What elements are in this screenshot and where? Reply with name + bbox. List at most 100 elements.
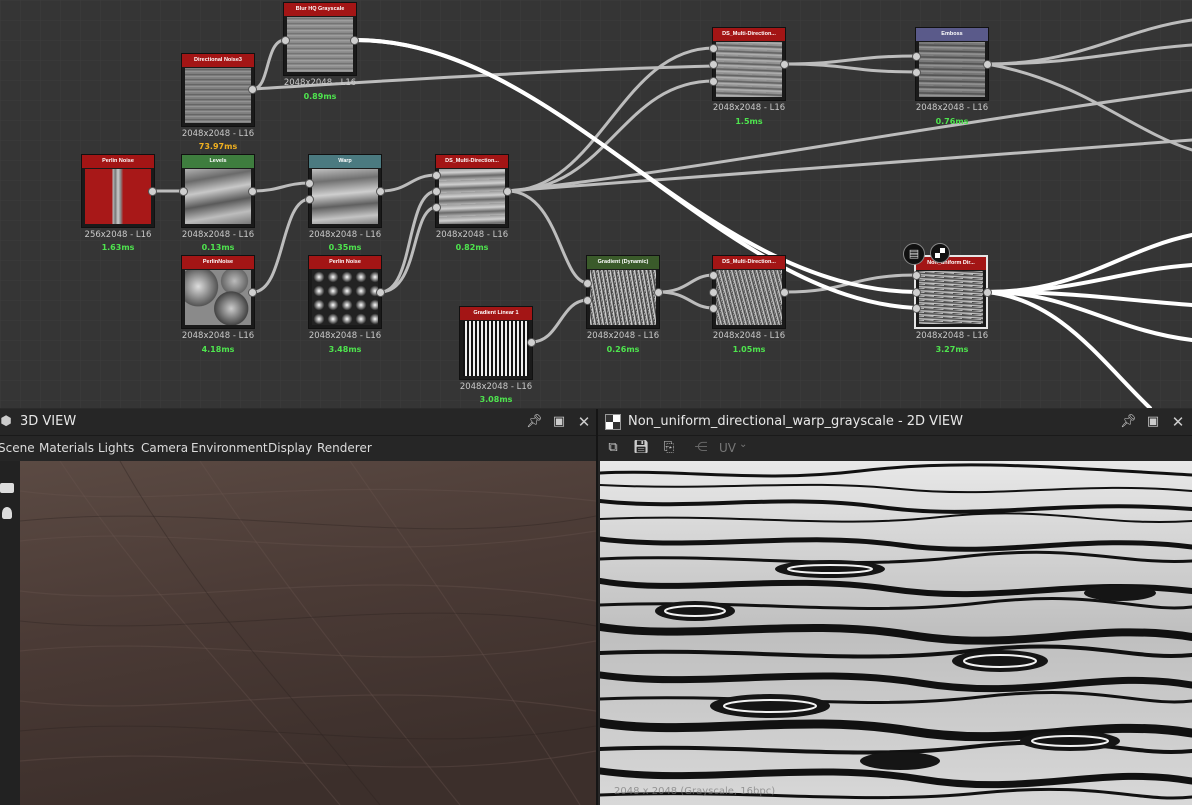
input-port[interactable] xyxy=(432,187,441,196)
menu-scene[interactable]: Scene xyxy=(0,441,35,455)
node-resolution: 2048x2048 - L16 xyxy=(181,230,255,240)
node-title: Emboss xyxy=(916,28,988,41)
resolution-watermark: 2048 x 2048 (Grayscale, 16bpc) xyxy=(614,786,775,797)
copy-icon[interactable]: ⎘ xyxy=(661,440,677,456)
output-port[interactable] xyxy=(780,288,789,297)
checker-icon[interactable] xyxy=(930,243,950,263)
output-port[interactable] xyxy=(376,288,385,297)
node-gradient-linear[interactable]: Gradient Linear 1 xyxy=(459,306,533,380)
node-time: 3.48ms xyxy=(328,345,362,354)
node-thumbnail xyxy=(590,270,656,325)
input-port[interactable] xyxy=(432,203,441,212)
node-warp[interactable]: Warp xyxy=(308,154,382,228)
input-port[interactable] xyxy=(912,52,921,61)
node-perlin-noise-3[interactable]: Perlin Noise xyxy=(308,255,382,329)
input-port[interactable] xyxy=(709,304,718,313)
share-icon[interactable]: ⋲ xyxy=(693,440,709,456)
output-port[interactable] xyxy=(376,187,385,196)
light-icon[interactable] xyxy=(2,507,12,519)
output-port[interactable] xyxy=(148,187,157,196)
output-port[interactable] xyxy=(248,288,257,297)
menu-display[interactable]: Display xyxy=(268,441,312,455)
menu-environment[interactable]: Environment xyxy=(191,441,268,455)
pin-icon[interactable]: 📌︎ xyxy=(1120,414,1137,430)
node-gradient-dynamic[interactable]: Gradient (Dynamic) xyxy=(586,255,660,329)
node-perlin-noise-2[interactable]: PerlinNoise xyxy=(181,255,255,329)
3d-view-tool-strip xyxy=(0,461,20,805)
menu-camera[interactable]: Camera xyxy=(141,441,188,455)
output-port[interactable] xyxy=(983,60,992,69)
node-ds-multi-direction-2[interactable]: DS_Multi-Direction... xyxy=(712,255,786,329)
chevron-down-icon[interactable]: ⌄ xyxy=(739,439,747,450)
menu-materials[interactable]: Materials xyxy=(39,441,94,455)
input-port[interactable] xyxy=(179,187,188,196)
output-port[interactable] xyxy=(350,36,359,45)
node-resolution: 2048x2048 - L16 xyxy=(586,331,660,341)
wood-material-preview xyxy=(20,461,596,805)
node-ds-multi-direction-1[interactable]: DS_Multi-Direction... xyxy=(435,154,509,228)
output-port[interactable] xyxy=(248,187,257,196)
wire xyxy=(656,290,716,310)
node-time: 0.35ms xyxy=(328,243,362,252)
input-port[interactable] xyxy=(912,271,921,280)
node-levels[interactable]: Levels xyxy=(181,154,255,228)
wire xyxy=(378,189,439,294)
uv-dropdown[interactable]: UV xyxy=(719,441,736,455)
copy-view-icon[interactable]: ⧉ xyxy=(605,440,621,456)
input-port[interactable] xyxy=(709,44,718,53)
node-blur-hq[interactable]: Blur HQ Grayscale xyxy=(283,2,357,76)
node-non-uniform-directional-warp[interactable]: Non_uniform Dir... xyxy=(914,255,988,329)
node-thumbnail xyxy=(312,169,378,224)
input-port[interactable] xyxy=(709,271,718,280)
input-port[interactable] xyxy=(709,60,718,69)
node-title: Perlin Noise xyxy=(309,256,381,269)
input-port[interactable] xyxy=(912,304,921,313)
output-port[interactable] xyxy=(654,288,663,297)
input-port[interactable] xyxy=(432,171,441,180)
input-port[interactable] xyxy=(305,179,314,188)
maximize-icon[interactable]: ▣ xyxy=(551,414,567,430)
input-port[interactable] xyxy=(912,288,921,297)
node-resolution: 2048x2048 - L16 xyxy=(459,382,533,392)
node-title: DS_Multi-Direction... xyxy=(436,155,508,168)
2d-view-panel: Non_uniform_directional_warp_grayscale -… xyxy=(598,409,1192,805)
output-port[interactable] xyxy=(983,288,992,297)
node-ds-multi-direction-3[interactable]: DS_Multi-Direction... xyxy=(712,27,786,101)
document-icon[interactable]: ▤ xyxy=(903,243,925,265)
node-time: 3.27ms xyxy=(935,345,969,354)
node-thumbnail xyxy=(185,270,251,325)
input-port[interactable] xyxy=(709,288,718,297)
menu-renderer[interactable]: Renderer xyxy=(317,441,372,455)
node-perlin-noise[interactable]: Perlin Noise xyxy=(81,154,155,228)
input-port[interactable] xyxy=(583,279,592,288)
input-port[interactable] xyxy=(305,195,314,204)
close-icon[interactable]: ✕ xyxy=(576,414,592,430)
node-directional-noise[interactable]: Directional Noise3 xyxy=(181,53,255,127)
node-resolution: 2048x2048 - L16 xyxy=(915,331,989,341)
output-port[interactable] xyxy=(780,60,789,69)
output-port[interactable] xyxy=(503,187,512,196)
2d-viewport[interactable]: 2048 x 2048 (Grayscale, 16bpc) xyxy=(600,461,1192,805)
camera-icon[interactable] xyxy=(0,483,14,493)
close-icon[interactable]: ✕ xyxy=(1170,414,1186,430)
node-thumbnail xyxy=(185,68,251,123)
node-time: 0.76ms xyxy=(935,117,969,126)
node-emboss[interactable]: Emboss xyxy=(915,27,989,101)
2d-view-toolbar: ⧉ 💾︎ ⎘ ⋲ UV ⌄ xyxy=(598,436,1192,460)
node-graph-canvas[interactable]: Directional Noise3 2048x2048 - L16 73.97… xyxy=(0,0,1192,408)
input-port[interactable] xyxy=(912,68,921,77)
pin-icon[interactable]: 📌︎ xyxy=(526,414,543,430)
output-port[interactable] xyxy=(248,85,257,94)
output-port[interactable] xyxy=(527,338,536,347)
menu-lights[interactable]: Lights xyxy=(98,441,134,455)
input-port[interactable] xyxy=(583,296,592,305)
input-port[interactable] xyxy=(281,36,290,45)
node-time: 0.89ms xyxy=(303,92,337,101)
save-icon[interactable]: 💾︎ xyxy=(633,440,650,456)
maximize-icon[interactable]: ▣ xyxy=(1145,414,1161,430)
node-time: 3.08ms xyxy=(479,395,513,404)
3d-viewport[interactable] xyxy=(20,461,596,805)
node-resolution: 2048x2048 - L16 xyxy=(308,331,382,341)
node-thumbnail xyxy=(312,270,378,325)
input-port[interactable] xyxy=(709,77,718,86)
